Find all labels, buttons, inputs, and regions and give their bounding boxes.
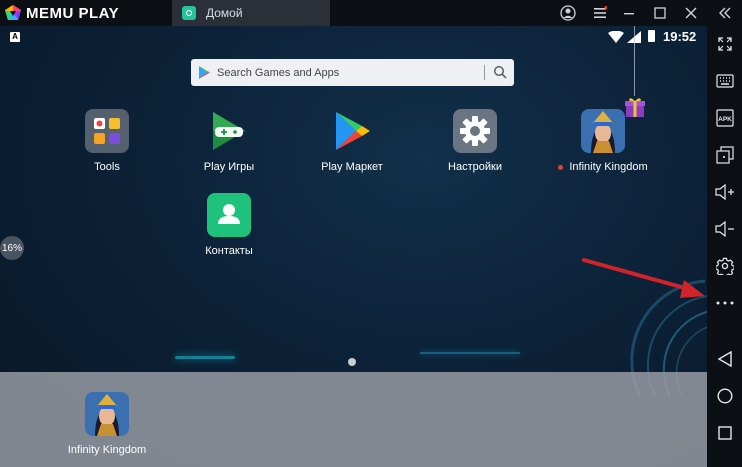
account-button[interactable] (558, 3, 578, 23)
infinity-kingdom-icon (85, 392, 129, 436)
status-time: 19:52 (663, 29, 697, 44)
maximize-icon (654, 7, 666, 19)
notification-dot (558, 164, 564, 170)
search-bar[interactable]: Search Games and Apps (191, 59, 514, 86)
collapse-toolbar-button[interactable] (715, 3, 735, 23)
fullscreen-icon (717, 37, 732, 51)
memu-logo-icon (5, 5, 21, 20)
volume-down-icon (714, 221, 734, 237)
home-tab-icon (182, 6, 196, 20)
search-icon[interactable] (493, 65, 507, 79)
home-button[interactable] (707, 384, 742, 408)
status-bar: A 19:52 (0, 26, 707, 48)
tab-home[interactable]: Домой (172, 0, 330, 26)
recent-apps-button[interactable] (707, 421, 742, 445)
volume-down-button[interactable] (707, 217, 742, 241)
tools-folder-icon (85, 109, 129, 153)
double-chevron-left-icon (719, 7, 731, 19)
menu-button[interactable] (590, 3, 610, 23)
app-label: Tools (94, 161, 120, 173)
play-market-icon (330, 109, 374, 153)
infinity-kingdom-icon (581, 109, 625, 153)
app-label-text: Infinity Kingdom (569, 161, 648, 173)
wifi-icon (608, 31, 624, 43)
account-icon (560, 5, 576, 21)
maximize-button[interactable] (650, 3, 670, 23)
minimize-button[interactable] (619, 3, 639, 23)
right-toolbar: APK (707, 26, 742, 467)
multi-instance-button[interactable] (707, 143, 742, 167)
app-tools[interactable]: Tools (57, 109, 157, 173)
dock: Infinity Kingdom (0, 372, 707, 467)
minimize-icon (624, 13, 634, 15)
gift-string (634, 26, 635, 96)
back-button[interactable] (707, 347, 742, 371)
app-label: Настройки (448, 161, 502, 173)
progress-badge[interactable]: 16% (0, 236, 24, 260)
play-games-icon (207, 109, 251, 153)
android-screen: A 19:52 Search Games and Apps Tools Play… (0, 26, 707, 467)
more-button[interactable] (707, 291, 742, 315)
multi-window-icon (715, 146, 734, 164)
svg-text:APK: APK (718, 116, 732, 123)
close-icon (685, 7, 697, 19)
close-button[interactable] (681, 3, 701, 23)
memu-logo: MEMU PLAY (4, 4, 119, 22)
red-arrow-annotation (582, 258, 705, 298)
apk-icon: APK (715, 109, 734, 127)
install-apk-button[interactable]: APK (707, 106, 742, 130)
fullscreen-button[interactable] (707, 32, 742, 56)
app-infinity-kingdom[interactable]: Infinity Kingdom (548, 109, 658, 173)
tab-home-label: Домой (206, 6, 243, 20)
contacts-icon (207, 193, 251, 237)
home-circle-icon (716, 388, 733, 404)
recent-square-icon (717, 426, 732, 440)
play-store-icon (199, 66, 210, 79)
decorative-glow (420, 352, 520, 354)
search-divider (484, 65, 485, 80)
app-label: Play Игры (203, 161, 255, 173)
app-contacts[interactable]: Контакты (179, 193, 279, 257)
app-label: Play Маркет (321, 161, 383, 173)
brand-name: MEMU PLAY (26, 4, 120, 22)
gear-icon (715, 257, 734, 275)
volume-up-icon (714, 184, 734, 200)
keyboard-icon (715, 74, 734, 88)
app-label: Infinity Kingdom (67, 444, 147, 456)
app-label: Infinity Kingdom (548, 161, 658, 173)
settings-button[interactable] (707, 254, 742, 278)
menu-icon (594, 6, 607, 18)
app-settings[interactable]: Настройки (425, 109, 525, 173)
app-play-games[interactable]: Play Игры (179, 109, 279, 173)
decorative-glow (175, 356, 235, 359)
back-triangle-icon (717, 351, 732, 367)
app-label: Контакты (205, 245, 253, 257)
page-indicator[interactable] (348, 358, 356, 366)
keyboard-mapping-button[interactable] (707, 69, 742, 93)
app-play-market[interactable]: Play Маркет (302, 109, 402, 173)
title-bar: MEMU PLAY Домой (0, 0, 742, 26)
more-dots-icon (716, 301, 733, 305)
dock-app-infinity-kingdom[interactable]: Infinity Kingdom (57, 392, 157, 456)
keyboard-indicator: A (10, 32, 20, 42)
volume-up-button[interactable] (707, 180, 742, 204)
search-placeholder: Search Games and Apps (217, 66, 340, 79)
settings-gear-icon (453, 109, 497, 153)
battery-icon (648, 30, 655, 42)
